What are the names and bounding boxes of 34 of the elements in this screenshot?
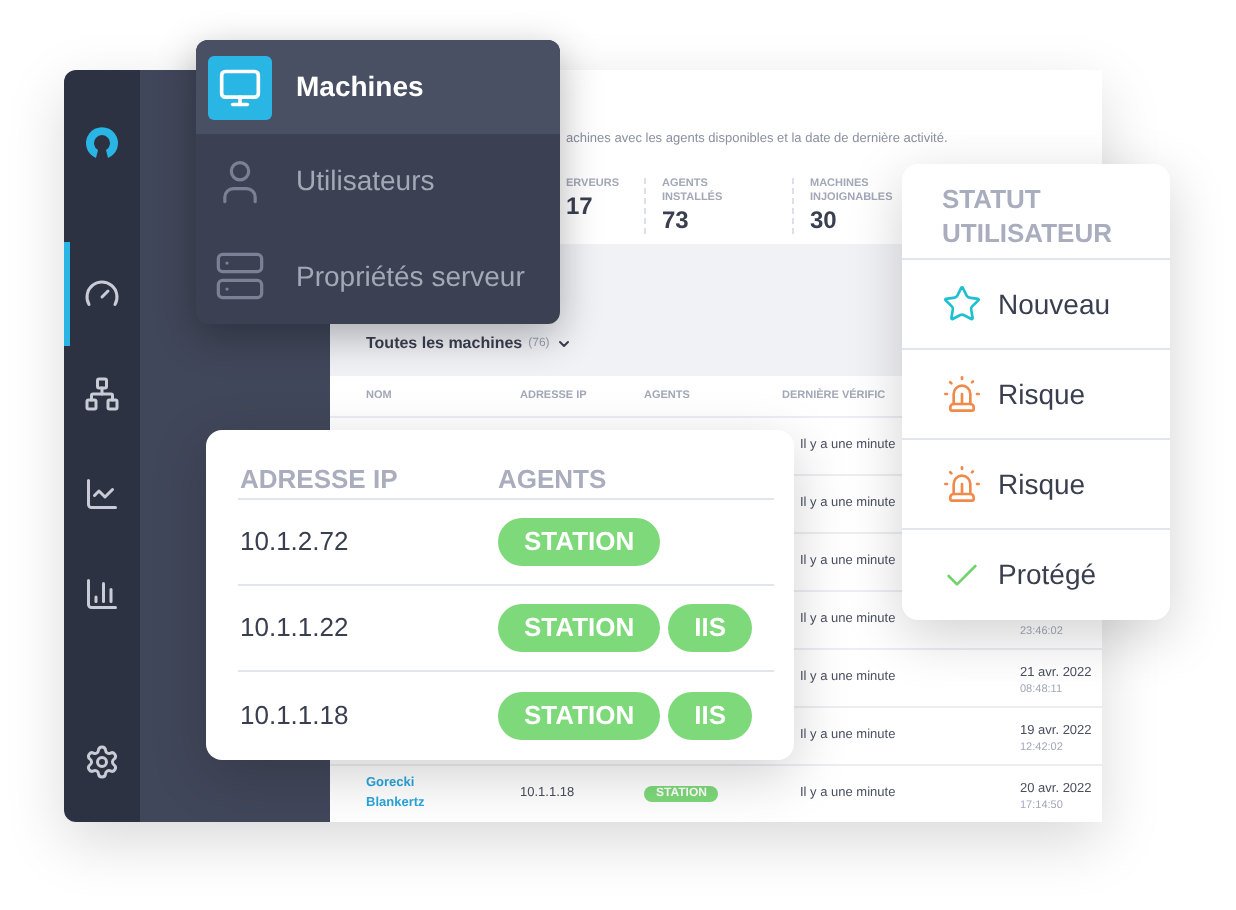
siren-icon	[942, 374, 982, 414]
status-label: Risque	[998, 465, 1086, 504]
agent-badge: STATION	[498, 604, 661, 652]
menu-item[interactable]: Utilisateurs	[196, 134, 560, 230]
logo-icon	[82, 122, 122, 162]
settings-icon[interactable]	[84, 744, 120, 780]
agent-badge: STATION	[498, 518, 661, 566]
monitor-icon	[218, 65, 262, 110]
menu-item[interactable]: Machines	[196, 40, 560, 135]
ip-address: 10.1.2.72	[238, 524, 351, 561]
status-label: Risque	[998, 375, 1086, 414]
status-title: STATUT UTILISATEUR	[942, 182, 1114, 250]
stat-value: 73	[662, 205, 691, 234]
status-label: Nouveau	[998, 285, 1111, 323]
status-label: Protégé	[998, 556, 1097, 594]
column-header: AGENTS	[498, 461, 607, 498]
line-chart-icon[interactable]	[84, 476, 120, 512]
siren-icon	[942, 464, 982, 504]
agent-badge: STATION	[498, 691, 661, 739]
stat-value: 30	[810, 205, 839, 234]
column-header: ADRESSE IP	[238, 461, 400, 498]
agent-badge: IIS	[668, 604, 753, 652]
caret-icon[interactable]	[555, 336, 572, 352]
network-icon[interactable]	[84, 376, 120, 412]
menu-item[interactable]: Propriétés serveur	[196, 229, 560, 324]
agent-badge: IIS	[668, 691, 753, 739]
filter-label[interactable]: Toutes les machines	[366, 332, 523, 356]
stat-value: 17	[566, 191, 595, 220]
gauge-icon[interactable]	[84, 276, 120, 312]
ip-address: 10.1.1.18	[238, 697, 351, 734]
server-icon	[214, 250, 266, 303]
ip-address: 10.1.1.22	[238, 610, 351, 647]
bar-chart-icon[interactable]	[84, 576, 120, 612]
star-icon	[942, 284, 982, 324]
